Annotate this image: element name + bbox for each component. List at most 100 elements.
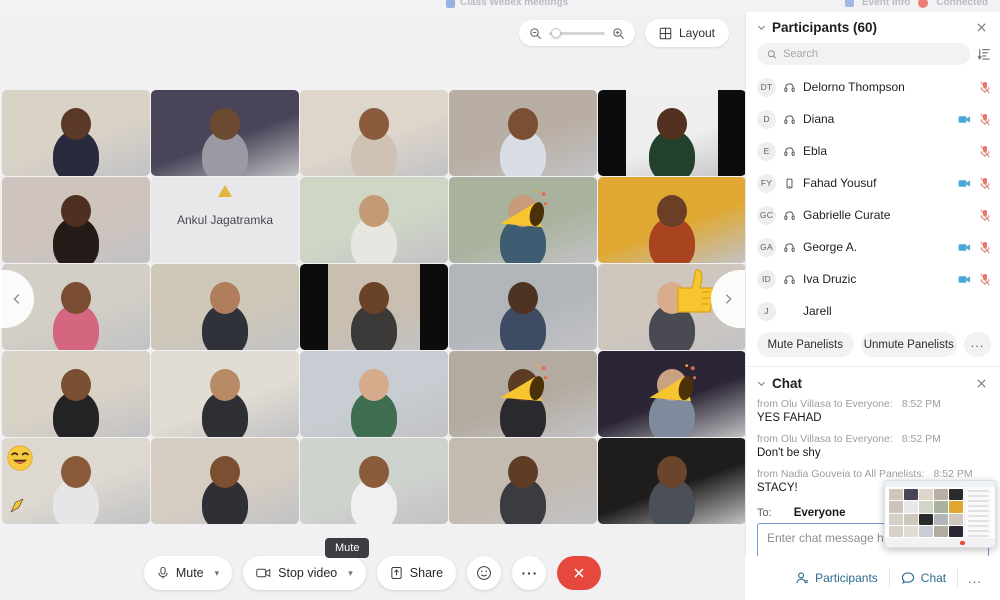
- chat-message-sender: from Olu Villasa to Everyone:: [757, 398, 893, 410]
- video-tile[interactable]: [598, 177, 745, 263]
- pip-video-cell: [949, 513, 963, 525]
- video-dropdown-caret[interactable]: ▾: [348, 568, 353, 579]
- pip-video-cell: [949, 489, 963, 501]
- chat-message-meta: from Nadia Gouveia to All Panelists: 8:52…: [757, 468, 989, 480]
- pip-video-cell: [904, 525, 918, 537]
- unmute-panelists-button[interactable]: Unmute Panelists: [860, 332, 957, 357]
- chevron-down-icon[interactable]: [756, 22, 767, 33]
- participant-row[interactable]: GC Gabrielle Curate: [746, 199, 1000, 231]
- end-meeting-button[interactable]: [557, 556, 602, 590]
- microphone-muted-icon[interactable]: [979, 145, 991, 158]
- chat-message-time: 8:52 PM: [901, 433, 941, 445]
- mute-button[interactable]: Mute ▾: [143, 556, 233, 590]
- stop-video-button[interactable]: Stop video ▾: [243, 556, 366, 590]
- close-icon[interactable]: [975, 21, 988, 34]
- microphone-muted-icon[interactable]: [979, 209, 991, 222]
- meeting-thumbnail-preview[interactable]: [884, 480, 996, 548]
- reactions-button[interactable]: [467, 556, 502, 590]
- video-tile[interactable]: [2, 177, 150, 263]
- more-options-button[interactable]: [512, 556, 547, 590]
- video-tile[interactable]: [151, 351, 299, 437]
- tab-participants[interactable]: Participants: [784, 563, 889, 593]
- chat-bubble-icon: [901, 572, 914, 584]
- video-tile[interactable]: [300, 264, 448, 350]
- video-tile[interactable]: Ankul Jagatramka: [151, 177, 299, 263]
- video-tile[interactable]: [598, 90, 745, 176]
- pip-control-bar: [885, 538, 995, 547]
- microphone-muted-icon[interactable]: [979, 177, 991, 190]
- event-info-icon: [844, 0, 854, 7]
- participant-row[interactable]: GA George A.: [746, 231, 1000, 263]
- video-tile[interactable]: [2, 90, 150, 176]
- participant-row[interactable]: ID Iva Druzic: [746, 263, 1000, 295]
- participants-search-row: [746, 41, 1000, 71]
- participants-panel-header: Participants (60): [746, 12, 1000, 41]
- search-box[interactable]: [757, 43, 970, 65]
- close-icon[interactable]: [975, 377, 988, 390]
- zoom-out-icon[interactable]: [529, 27, 542, 40]
- video-tile[interactable]: [151, 90, 299, 176]
- chevron-down-icon[interactable]: [756, 378, 767, 389]
- chat-message-text: Don't be shy: [757, 447, 821, 459]
- video-tile[interactable]: [2, 438, 150, 524]
- video-on-icon[interactable]: [958, 273, 971, 286]
- chat-message-time: 8:52 PM: [933, 468, 973, 480]
- tab-chat[interactable]: Chat: [890, 563, 957, 593]
- video-tile[interactable]: [2, 351, 150, 437]
- participant-head: [61, 282, 91, 314]
- pip-video-grid: [889, 489, 963, 537]
- video-on-icon[interactable]: [958, 177, 971, 190]
- tab-more-button[interactable]: ...: [958, 571, 992, 586]
- layout-button[interactable]: Layout: [644, 19, 729, 47]
- participant-head: [508, 108, 538, 140]
- pip-end-button-icon: [960, 541, 965, 545]
- event-info-label[interactable]: Event Info: [862, 0, 910, 8]
- video-tile[interactable]: [300, 90, 448, 176]
- participant-name: Diana: [803, 112, 835, 126]
- zoom-slider-control[interactable]: [518, 20, 635, 46]
- video-tile[interactable]: [300, 438, 448, 524]
- microphone-muted-icon[interactable]: [979, 273, 991, 286]
- participant-row[interactable]: D Diana: [746, 103, 1000, 135]
- participants-list[interactable]: DT Delorno Thompson D Diana E Ebla FY Fahad You…: [746, 71, 1000, 327]
- video-tile[interactable]: [449, 264, 597, 350]
- mute-panelists-button[interactable]: Mute Panelists: [757, 332, 854, 357]
- pip-video-cell: [934, 501, 948, 513]
- zoom-slider-track[interactable]: [548, 28, 605, 38]
- share-label: Share: [409, 566, 444, 580]
- video-tile[interactable]: [598, 438, 745, 524]
- participant-row[interactable]: DT Delorno Thompson: [746, 71, 1000, 103]
- video-tile[interactable]: [598, 351, 745, 437]
- microphone-muted-icon[interactable]: [979, 241, 991, 254]
- video-tile[interactable]: [449, 90, 597, 176]
- video-tile[interactable]: [151, 264, 299, 350]
- share-button[interactable]: Share: [376, 556, 457, 590]
- video-tile[interactable]: [449, 351, 597, 437]
- video-tile[interactable]: [300, 351, 448, 437]
- pip-video-cell: [889, 489, 903, 501]
- video-tile[interactable]: [151, 438, 299, 524]
- video-tile[interactable]: [449, 438, 597, 524]
- video-tile[interactable]: [300, 177, 448, 263]
- zoom-slider-handle[interactable]: [550, 28, 561, 38]
- participant-head: [61, 195, 91, 227]
- microphone-muted-icon[interactable]: [979, 113, 991, 126]
- participant-row[interactable]: J Jarell: [746, 295, 1000, 327]
- video-on-icon[interactable]: [958, 113, 971, 126]
- chat-recipient-select[interactable]: Everyone: [794, 507, 846, 519]
- search-input[interactable]: [783, 48, 960, 60]
- microphone-muted-icon[interactable]: [979, 81, 991, 94]
- participant-name-label: Ankul Jagatramka: [176, 213, 274, 227]
- participant-row[interactable]: E Ebla: [746, 135, 1000, 167]
- sort-list-icon[interactable]: [977, 47, 991, 61]
- video-on-icon[interactable]: [958, 241, 971, 254]
- participant-head: [210, 456, 240, 488]
- participant-head: [657, 369, 687, 401]
- video-tile[interactable]: [449, 177, 597, 263]
- zoom-in-icon[interactable]: [612, 27, 625, 40]
- participants-more-button[interactable]: ...: [964, 332, 991, 357]
- camera-icon: [256, 568, 271, 578]
- avatar: GA: [757, 237, 776, 257]
- mute-dropdown-caret[interactable]: ▾: [215, 568, 220, 579]
- participant-row[interactable]: FY Fahad Yousuf: [746, 167, 1000, 199]
